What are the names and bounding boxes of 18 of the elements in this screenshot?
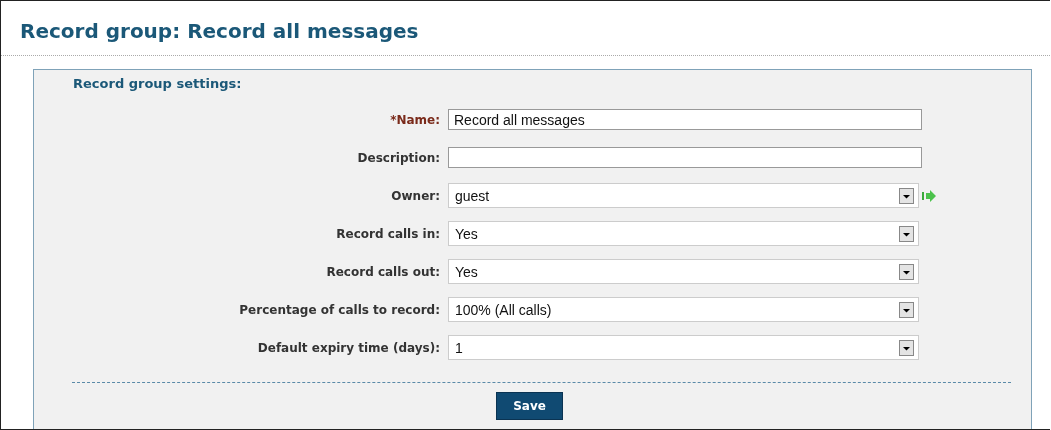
dropdown[interactable]: Yes [448, 221, 919, 246]
field-label: *Name: [389, 112, 441, 127]
section-title: Record group settings: [72, 75, 243, 91]
field-label: Record calls in: [335, 226, 441, 241]
field-label: Owner: [390, 188, 441, 203]
dropdown[interactable]: 100% (All calls) [448, 297, 919, 322]
arrow-right-icon[interactable] [921, 188, 937, 203]
field-label: Percentage of calls to record: [238, 302, 441, 317]
field-label: Record calls out: [325, 264, 441, 279]
dropdown[interactable]: 1 [448, 335, 919, 360]
page-title: Record group: Record all messages [1, 1, 1050, 56]
input-field[interactable]: Record all messages [448, 109, 922, 130]
input-field[interactable] [448, 147, 922, 168]
field-label: Description: [356, 150, 441, 165]
save-button[interactable]: Save [496, 392, 563, 420]
dropdown[interactable]: Yes [448, 259, 919, 284]
dropdown[interactable]: guest [448, 183, 919, 208]
field-label: Default expiry time (days): [256, 340, 441, 355]
